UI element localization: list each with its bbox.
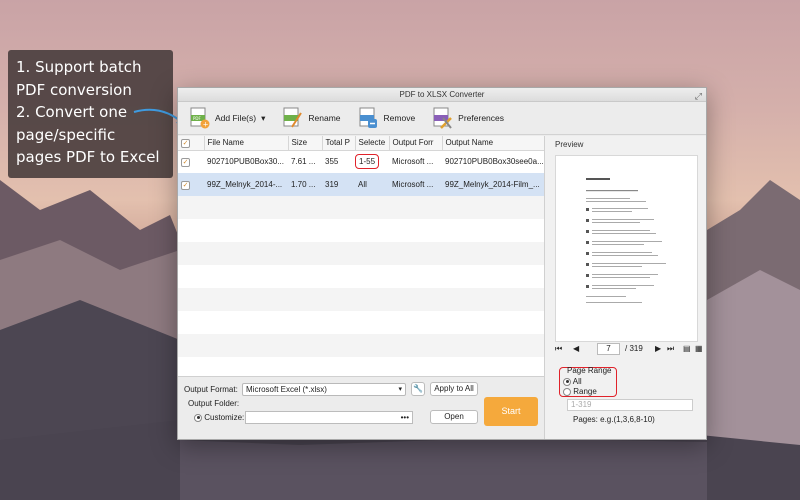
remove-button[interactable]: Remove [357, 107, 416, 129]
chevron-down-icon: ▾ [261, 112, 266, 123]
window-title: PDF to XLSX Converter [399, 90, 485, 99]
range-custom-option[interactable]: Range [563, 387, 597, 396]
preview-page-thumbnail [555, 155, 698, 342]
cell-total-pages: 319 [322, 173, 355, 196]
output-settings-bar: Output Format: Microsoft Excel (*.xlsx) … [178, 376, 544, 439]
table-header-row: ✓ File Name Size Total P Selecte Output … [178, 136, 545, 151]
selected-pages-highlight: 1-55 [355, 154, 380, 170]
table-row[interactable]: ✓ 99Z_Melnyk_2014-... 1.70 ... 319 All M… [178, 173, 544, 196]
format-settings-button[interactable]: 🔧 [411, 382, 425, 396]
header-output-format[interactable]: Output Forr [389, 136, 443, 151]
open-folder-button[interactable]: Open [430, 410, 478, 424]
row-checkbox[interactable]: ✓ [181, 180, 190, 190]
callout-line-1: 1. Support batch [16, 58, 142, 76]
svg-text:+: + [203, 120, 209, 128]
header-file-name[interactable]: File Name [204, 136, 289, 151]
header-selected[interactable]: Selecte [355, 136, 390, 151]
cell-output-format: Microsoft ... [392, 157, 434, 167]
header-total-pages[interactable]: Total P [322, 136, 356, 151]
header-size[interactable]: Size [288, 136, 323, 151]
header-checkbox[interactable]: ✓ [178, 136, 205, 151]
empty-row [178, 334, 544, 357]
export-page-icon[interactable]: ▦ [695, 344, 703, 353]
range-label: Range [573, 387, 597, 396]
document-icon[interactable]: ▤ [683, 344, 691, 353]
preview-pane: Preview ⏮ ◀ 7 / 319 ▶ ⏭ ▤ ▦ Page Range A… [544, 136, 706, 439]
empty-row [178, 219, 544, 242]
table-row[interactable]: ✓ 902710PUB0Box30... 7.61 ... 355 1-55 M… [178, 150, 544, 173]
select-all-checkbox[interactable]: ✓ [181, 138, 190, 148]
empty-row [178, 288, 544, 311]
customize-radio-group[interactable]: Customize: [194, 413, 244, 422]
preview-title: Preview [555, 140, 584, 149]
empty-row [178, 242, 544, 265]
svg-text:PDF: PDF [193, 116, 201, 121]
start-button[interactable]: Start [484, 397, 538, 426]
remove-label: Remove [383, 113, 416, 123]
cell-size: 1.70 ... [288, 173, 322, 196]
all-label: All [572, 377, 582, 386]
cell-selected[interactable]: 1-55 [355, 150, 389, 173]
empty-row [178, 196, 544, 219]
last-page-icon[interactable]: ⏭ [667, 344, 674, 354]
cell-selected[interactable]: All [355, 173, 389, 196]
output-format-select[interactable]: Microsoft Excel (*.xlsx) ▾ [242, 383, 406, 396]
cell-size: 7.61 ... [291, 157, 316, 167]
rename-icon [283, 107, 303, 128]
total-pages-label: / 319 [625, 344, 643, 353]
cell-total-pages: 355 [325, 157, 339, 167]
pages-hint: Pages: e.g.(1,3,6,8-10) [573, 415, 655, 424]
page-navigation: ⏮ ◀ 7 / 319 ▶ ⏭ ▤ ▦ [555, 343, 703, 356]
first-page-icon[interactable]: ⏮ [555, 344, 562, 354]
next-page-icon[interactable]: ▶ [655, 344, 661, 353]
add-file-icon: PDF + [190, 107, 210, 129]
app-window: PDF to XLSX Converter ⤢ PDF + Add File(s… [177, 87, 707, 440]
wrench-icon: 🔧 [413, 384, 423, 393]
toolbar: PDF + Add File(s) ▾ Rename Remove Prefer… [178, 102, 706, 135]
cell-output-name: 99Z_Melnyk_2014-Film_... [442, 173, 544, 196]
row-checkbox[interactable]: ✓ [181, 157, 190, 167]
current-page-input[interactable]: 7 [597, 343, 620, 355]
cell-file-name: 99Z_Melnyk_2014-... [204, 173, 288, 196]
range-radio[interactable] [563, 387, 571, 396]
chevron-down-icon: ▾ [398, 386, 402, 393]
preferences-label: Preferences [458, 113, 505, 123]
remove-icon [359, 107, 377, 128]
output-format-label: Output Format: [184, 385, 238, 394]
all-radio[interactable] [563, 377, 571, 386]
cell-output-name: 902710PUB0Box30see0a... [445, 157, 544, 167]
title-bar: PDF to XLSX Converter ⤢ [178, 88, 706, 102]
output-format-value: Microsoft Excel (*.xlsx) [246, 385, 327, 394]
cell-output-format: Microsoft ... [389, 173, 442, 196]
fullscreen-icon[interactable]: ⤢ [695, 89, 702, 103]
page-range-input[interactable]: 1-319 [567, 399, 693, 411]
empty-row [178, 265, 544, 288]
file-list-pane: ✓ File Name Size Total P Selecte Output … [178, 136, 545, 439]
output-folder-input[interactable]: ••• [245, 411, 413, 424]
output-folder-label: Output Folder: [188, 399, 240, 408]
empty-row [178, 311, 544, 334]
apply-to-all-button[interactable]: Apply to All [430, 382, 478, 396]
preferences-button[interactable]: Preferences [431, 107, 504, 129]
callout-line-5: pages PDF to Excel [16, 148, 160, 166]
preferences-icon [433, 107, 453, 129]
add-files-label: Add File(s) [215, 113, 257, 123]
rename-button[interactable]: Rename [281, 107, 341, 129]
range-all-option[interactable]: All [563, 377, 582, 386]
page-range-label: Page Range [567, 366, 612, 375]
cell-file-name: 902710PUB0Box30... [207, 157, 284, 167]
browse-icon[interactable]: ••• [401, 413, 409, 422]
customize-label: Customize: [204, 413, 245, 422]
document-preview-image [586, 178, 666, 303]
add-files-button[interactable]: PDF + Add File(s) ▾ [188, 107, 265, 129]
header-output-name[interactable]: Output Name [442, 136, 545, 151]
customize-radio[interactable] [194, 413, 202, 422]
rename-label: Rename [308, 113, 341, 123]
prev-page-icon[interactable]: ◀ [573, 344, 579, 353]
callout-line-2: PDF conversion [16, 80, 132, 99]
file-table: ✓ File Name Size Total P Selecte Output … [178, 136, 545, 357]
